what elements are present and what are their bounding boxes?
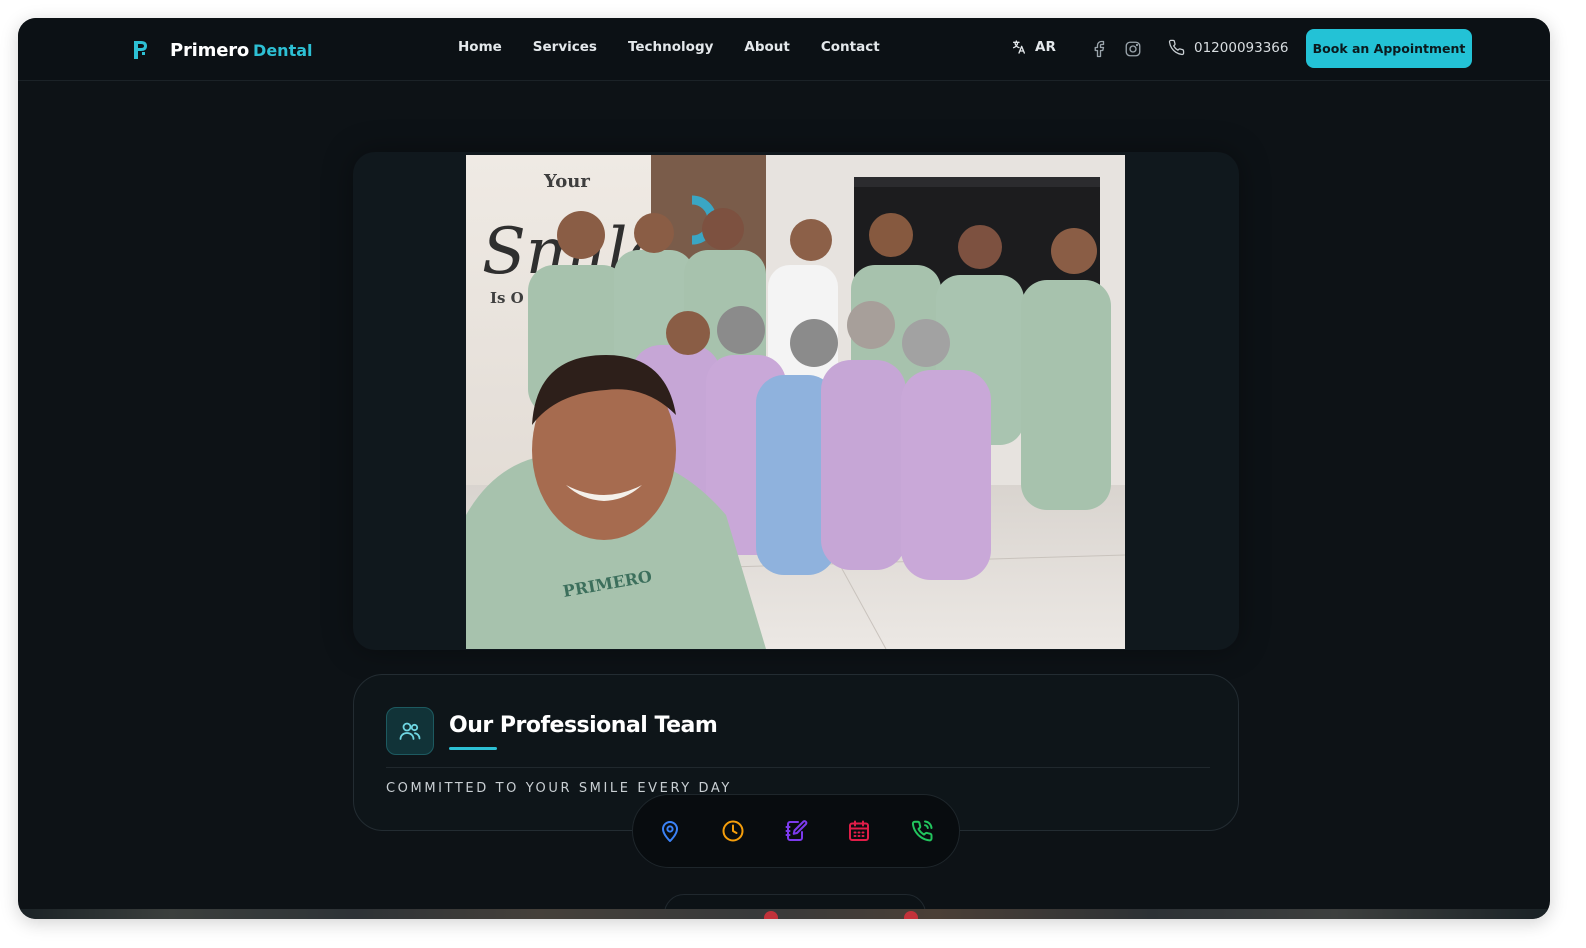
location-pin-icon bbox=[662, 821, 678, 842]
users-icon bbox=[399, 722, 421, 740]
clock-icon bbox=[722, 820, 744, 842]
next-section-marker bbox=[904, 911, 918, 919]
instagram-icon[interactable] bbox=[1124, 40, 1142, 58]
dock-hours-button[interactable] bbox=[720, 818, 746, 844]
phone-icon bbox=[1168, 39, 1185, 56]
section-divider bbox=[386, 767, 1210, 768]
next-section-marker bbox=[764, 911, 778, 919]
calendar-icon bbox=[849, 820, 869, 841]
wall-text-is: Is O bbox=[490, 289, 524, 307]
nav-link-about[interactable]: About bbox=[744, 39, 789, 55]
team-photo: Your Smile Is O bbox=[466, 155, 1125, 649]
brand-accent: Dental bbox=[253, 40, 313, 60]
nav-link-contact[interactable]: Contact bbox=[821, 39, 880, 55]
nav-links: Home Services Technology About Contact bbox=[458, 39, 911, 55]
nav-link-home[interactable]: Home bbox=[458, 39, 502, 55]
edit-notes-icon bbox=[785, 820, 808, 841]
dock-location-button[interactable] bbox=[657, 818, 683, 844]
nav-link-services[interactable]: Services bbox=[533, 39, 597, 55]
wall-text-your: Your bbox=[543, 171, 590, 192]
facebook-icon[interactable] bbox=[1090, 40, 1108, 58]
brand-logo-icon bbox=[134, 41, 147, 59]
top-navbar: Primero Dental Home Services Technology … bbox=[18, 18, 1550, 81]
phone-link[interactable]: 01200093366 bbox=[1168, 39, 1288, 56]
team-section-title: Our Professional Team bbox=[449, 713, 718, 738]
brand-name: Primero bbox=[170, 39, 250, 61]
translate-icon bbox=[1013, 40, 1025, 54]
book-appointment-button[interactable]: Book an Appointment bbox=[1306, 29, 1472, 68]
dock-notes-button[interactable] bbox=[783, 818, 809, 844]
dock-call-button[interactable] bbox=[909, 818, 935, 844]
title-underline bbox=[449, 747, 497, 750]
phone-number: 01200093366 bbox=[1194, 39, 1289, 56]
next-section-strip bbox=[18, 909, 1550, 919]
team-icon-badge bbox=[386, 707, 434, 755]
phone-call-icon bbox=[911, 820, 933, 842]
brand-logo[interactable]: Primero Dental bbox=[132, 37, 313, 63]
language-toggle[interactable]: AR bbox=[1011, 39, 1056, 55]
nav-link-technology[interactable]: Technology bbox=[628, 39, 713, 55]
dock-calendar-button[interactable] bbox=[846, 818, 872, 844]
quick-actions-dock bbox=[632, 794, 960, 868]
app-window: Primero Dental Home Services Technology … bbox=[18, 18, 1550, 919]
language-label: AR bbox=[1035, 39, 1056, 55]
